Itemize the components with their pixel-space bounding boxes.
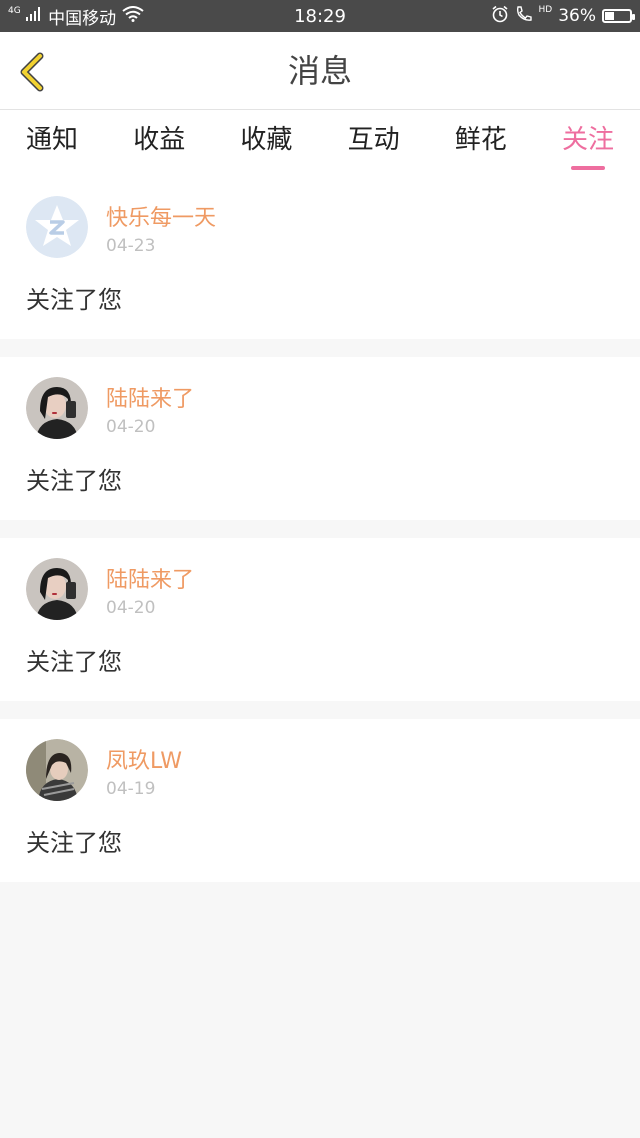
avatar[interactable] bbox=[26, 377, 88, 439]
message-list-body: 快乐每一天 04-23 关注了您 陆陆来了 04-20 关注了您 陆陆来了 04… bbox=[0, 176, 640, 882]
default-star-avatar-icon bbox=[26, 196, 88, 258]
message-text: 关注了您 bbox=[26, 829, 122, 857]
user-name[interactable]: 陆陆来了 bbox=[106, 562, 194, 594]
date: 04-20 bbox=[106, 417, 156, 437]
avatar[interactable] bbox=[26, 739, 88, 801]
tab-favorites[interactable]: 收藏 bbox=[240, 110, 292, 176]
date: 04-19 bbox=[106, 779, 156, 799]
tab-flowers[interactable]: 鲜花 bbox=[455, 110, 507, 176]
user-photo-icon bbox=[26, 377, 88, 439]
message-text: 关注了您 bbox=[26, 286, 122, 314]
date: 04-20 bbox=[106, 598, 156, 618]
list-item[interactable]: 凤玖LW 04-19 关注了您 bbox=[0, 719, 640, 882]
tab-interactions[interactable]: 互动 bbox=[348, 110, 400, 176]
tab-earnings[interactable]: 收益 bbox=[133, 110, 185, 176]
tab-notifications[interactable]: 通知 bbox=[26, 110, 78, 176]
avatar[interactable] bbox=[26, 558, 88, 620]
wifi-icon bbox=[122, 5, 144, 27]
user-name[interactable]: 陆陆来了 bbox=[106, 381, 194, 413]
network-type: 4G bbox=[8, 6, 21, 16]
date: 04-23 bbox=[106, 236, 156, 256]
page-title: 消息 bbox=[287, 52, 352, 90]
back-button[interactable] bbox=[14, 50, 54, 94]
message-text: 关注了您 bbox=[26, 467, 122, 495]
chevron-left-icon bbox=[20, 52, 44, 92]
user-name[interactable]: 快乐每一天 bbox=[106, 200, 216, 232]
signal-icon: 4G bbox=[8, 6, 42, 26]
tab-bar: 通知 收益 收藏 互动 鲜花 关注 bbox=[0, 110, 640, 176]
status-bar: 4G 中国移动 18:29 HD 36% bbox=[0, 0, 640, 32]
message-text: 关注了您 bbox=[26, 648, 122, 676]
hd-call-icon: HD bbox=[515, 5, 552, 28]
battery-fill bbox=[605, 12, 614, 20]
user-photo-icon bbox=[26, 558, 88, 620]
navigation-bar: 消息 bbox=[0, 32, 640, 110]
tab-follows[interactable]: 关注 bbox=[562, 110, 614, 176]
battery-icon bbox=[602, 9, 635, 23]
user-name[interactable]: 凤玖LW bbox=[106, 743, 182, 775]
list-item[interactable]: 陆陆来了 04-20 关注了您 bbox=[0, 357, 640, 520]
avatar[interactable] bbox=[26, 196, 88, 258]
list-item[interactable]: 陆陆来了 04-20 关注了您 bbox=[0, 538, 640, 701]
list-item[interactable]: 快乐每一天 04-23 关注了您 bbox=[0, 176, 640, 339]
hd-label: HD bbox=[538, 4, 553, 15]
battery-percent: 36% bbox=[558, 6, 596, 26]
user-photo-icon bbox=[26, 739, 88, 801]
carrier-name: 中国移动 bbox=[48, 8, 117, 29]
alarm-icon bbox=[491, 5, 509, 28]
